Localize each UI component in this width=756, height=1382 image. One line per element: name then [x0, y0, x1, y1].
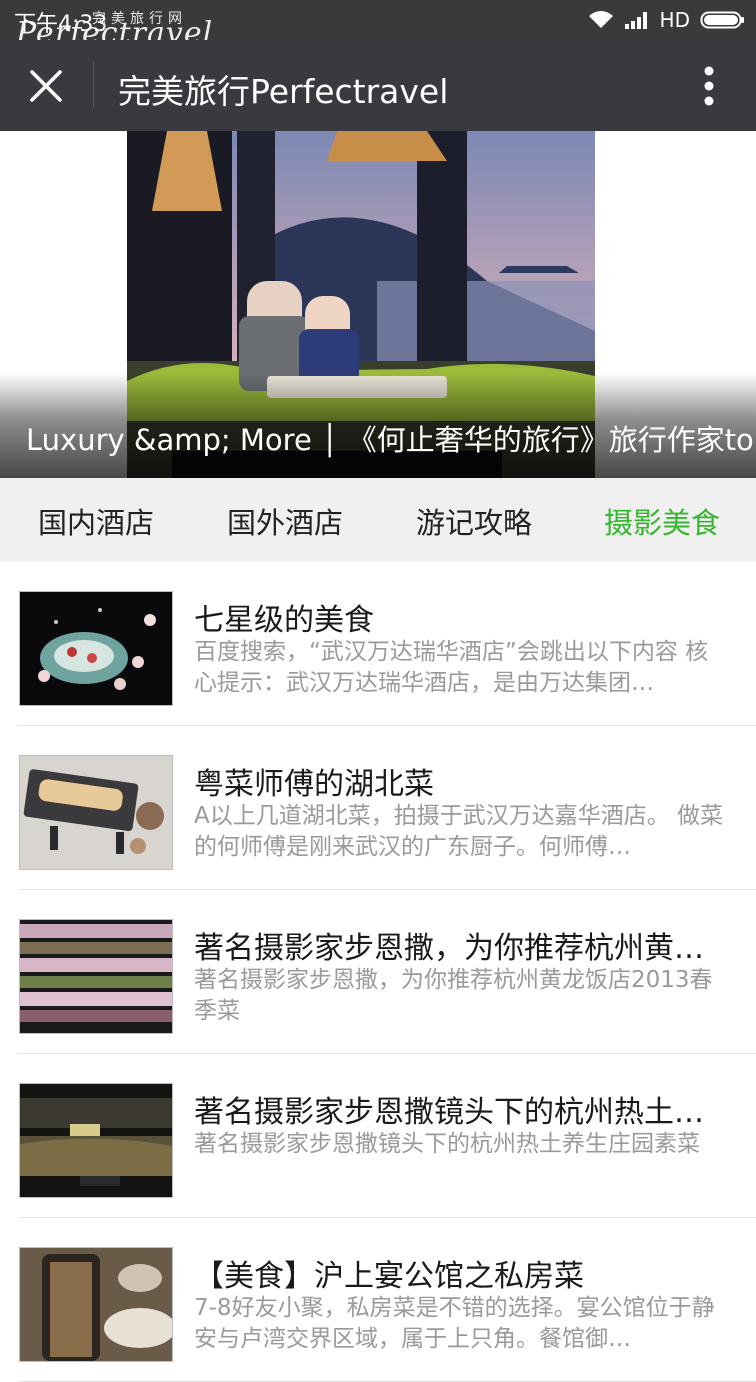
title-bar: 完美旅行Perfectravel	[0, 40, 756, 131]
tab-domestic-hotels[interactable]: 国内酒店	[38, 500, 154, 542]
battery-icon	[700, 11, 744, 29]
close-icon	[30, 70, 62, 102]
article-thumbnail	[19, 1083, 173, 1198]
article-title: 粤菜师傅的湖北菜	[194, 767, 434, 802]
article-summary: 著名摄影家步恩撒镜头下的杭州热土养生庄园素菜	[194, 1131, 700, 1157]
article-title: 【美食】沪上宴公馆之私房菜	[194, 1259, 584, 1294]
list-item[interactable]: 著名摄影家步恩撒镜头下的杭州热土… 著名摄影家步恩撒镜头下的杭州热土养生庄园素菜	[0, 1054, 756, 1218]
list-item[interactable]: 粤菜师傅的湖北菜 A以上几道湖北菜，拍摄于武汉万达嘉华酒店。 做菜的何师傅是刚来…	[0, 726, 756, 890]
page-title: 完美旅行Perfectravel	[118, 72, 449, 111]
article-thumbnail	[19, 1247, 173, 1362]
list-item[interactable]: 著名摄影家步恩撒，为你推荐杭州黄… 著名摄影家步恩撒，为你推荐杭州黄龙饭店201…	[0, 890, 756, 1054]
article-summary: A以上几道湖北菜，拍摄于武汉万达嘉华酒店。 做菜的何师傅是刚来武汉的广东厨子。何…	[194, 803, 724, 860]
signal-icon	[624, 12, 647, 29]
close-button[interactable]	[20, 60, 72, 112]
article-summary: 百度搜索，“武汉万达瑞华酒店”会跳出以下内容 核心提示：武汉万达瑞华酒店，是由万…	[194, 639, 709, 696]
banner-caption: Luxury &amp; More │ 《何止奢华的旅行》旅行作家to....	[26, 423, 756, 457]
more-vertical-icon	[704, 66, 714, 106]
network-type: HD	[659, 8, 690, 32]
list-item[interactable]: 【美食】沪上宴公馆之私房菜 7-8好友小聚，私房菜是不错的选择。宴公馆位于静安与…	[0, 1218, 756, 1382]
article-title: 著名摄影家步恩撒镜头下的杭州热土…	[194, 1095, 704, 1130]
status-indicators: HD	[588, 6, 746, 34]
article-thumbnail	[19, 919, 173, 1034]
article-thumbnail	[19, 755, 173, 870]
wifi-icon	[588, 11, 613, 28]
featured-banner[interactable]: Luxury &amp; More │ 《何止奢华的旅行》旅行作家to....	[0, 131, 756, 478]
article-thumbnail	[19, 591, 173, 706]
tab-travel-guides[interactable]: 游记攻略	[416, 500, 532, 542]
list-item[interactable]: 七星级的美食 百度搜索，“武汉万达瑞华酒店”会跳出以下内容 核心提示：武汉万达瑞…	[0, 562, 756, 726]
article-summary: 7-8好友小聚，私房菜是不错的选择。宴公馆位于静安与卢湾交界区域，属于上只角。餐…	[194, 1295, 715, 1352]
status-bar: 下午4:33 完美旅行网 Perfectravel HD	[0, 0, 756, 51]
article-summary: 著名摄影家步恩撒，为你推荐杭州黄龙饭店2013春季菜	[194, 967, 713, 1024]
more-options-button[interactable]	[684, 60, 734, 112]
article-title: 著名摄影家步恩撒，为你推荐杭州黄…	[194, 931, 704, 966]
article-title: 七星级的美食	[194, 603, 374, 638]
category-tabs: 国内酒店 国外酒店 游记攻略 摄影美食	[0, 478, 756, 562]
title-divider	[93, 62, 94, 108]
tab-photo-food[interactable]: 摄影美食	[604, 500, 720, 542]
tab-overseas-hotels[interactable]: 国外酒店	[227, 500, 343, 542]
